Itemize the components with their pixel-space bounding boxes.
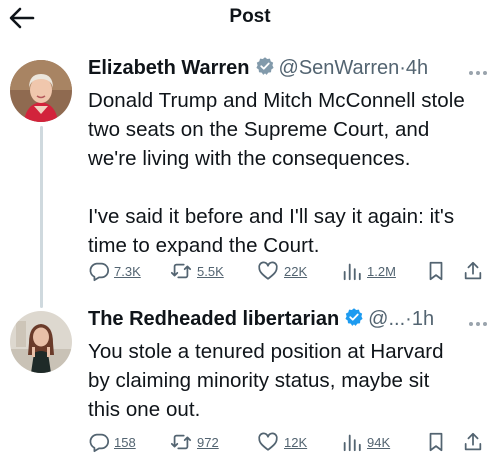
reply-button[interactable]: 7.3K: [88, 258, 141, 284]
verified-badge-icon: [255, 56, 275, 81]
views-icon: [343, 434, 361, 452]
repost-count: 972: [197, 434, 219, 450]
view-count: 1.2M: [367, 263, 396, 279]
like-button[interactable]: 22K: [256, 258, 307, 284]
repost-icon: [170, 434, 192, 450]
more-icon: [469, 322, 473, 326]
views-icon: [343, 263, 361, 281]
repost-button[interactable]: 972: [169, 429, 219, 455]
verified-badge-icon: [344, 307, 364, 332]
repost-icon: [170, 263, 192, 279]
avatar-photo: [10, 60, 72, 122]
bookmark-icon: [429, 432, 443, 452]
avatar[interactable]: [10, 60, 72, 122]
tweet-actions: 7.3K 5.5K 22K 1.2M: [88, 258, 488, 284]
tweet-text: Donald Trump and Mitch McConnell stole t…: [88, 89, 465, 257]
like-icon: [258, 261, 278, 280]
views-button[interactable]: 1.2M: [341, 258, 396, 284]
reply-button[interactable]: 158: [88, 429, 136, 455]
top-bar: Post: [0, 0, 500, 38]
separator-dot: ·: [399, 57, 406, 79]
tweet-text: You stole a tenured position at Harvard …: [88, 340, 444, 421]
like-count: 22K: [284, 263, 308, 279]
thread-connector: [40, 126, 43, 308]
tweet-header: The Redheaded libertarian @...·1h: [88, 307, 434, 337]
avatar-photo: [10, 311, 72, 373]
author-handle[interactable]: @SenWarren: [279, 57, 400, 79]
post-time[interactable]: 1h: [412, 308, 434, 330]
reply-icon: [89, 433, 110, 453]
page-title: Post: [229, 6, 271, 27]
reply-icon: [89, 262, 110, 282]
avatar[interactable]: [10, 311, 72, 373]
repost-count: 5.5K: [197, 263, 224, 279]
share-icon: [464, 432, 482, 451]
views-button[interactable]: 94K: [341, 429, 390, 455]
tweet-actions: 158 972 12K 94K: [88, 429, 488, 455]
repost-button[interactable]: 5.5K: [169, 258, 224, 284]
separator-dot: ·: [405, 308, 412, 330]
bookmark-icon: [429, 261, 443, 281]
more-options-button[interactable]: [469, 320, 493, 328]
post-time[interactable]: 4h: [406, 57, 428, 79]
share-button[interactable]: [462, 258, 484, 284]
more-icon: [469, 71, 473, 75]
view-count: 94K: [367, 434, 391, 450]
share-button[interactable]: [462, 429, 484, 455]
like-icon: [258, 432, 278, 451]
reply-count: 7.3K: [114, 263, 141, 279]
author-name[interactable]: The Redheaded libertarian: [88, 308, 339, 330]
reply-count: 158: [114, 434, 136, 450]
share-icon: [464, 261, 482, 280]
like-button[interactable]: 12K: [256, 429, 307, 455]
author-handle[interactable]: @...: [368, 308, 405, 330]
bookmark-button[interactable]: [426, 429, 446, 455]
author-name[interactable]: Elizabeth Warren: [88, 57, 250, 79]
tweet-header: Elizabeth Warren @SenWarren·4h: [88, 56, 428, 86]
more-options-button[interactable]: [469, 69, 493, 77]
bookmark-button[interactable]: [426, 258, 446, 284]
like-count: 12K: [284, 434, 308, 450]
